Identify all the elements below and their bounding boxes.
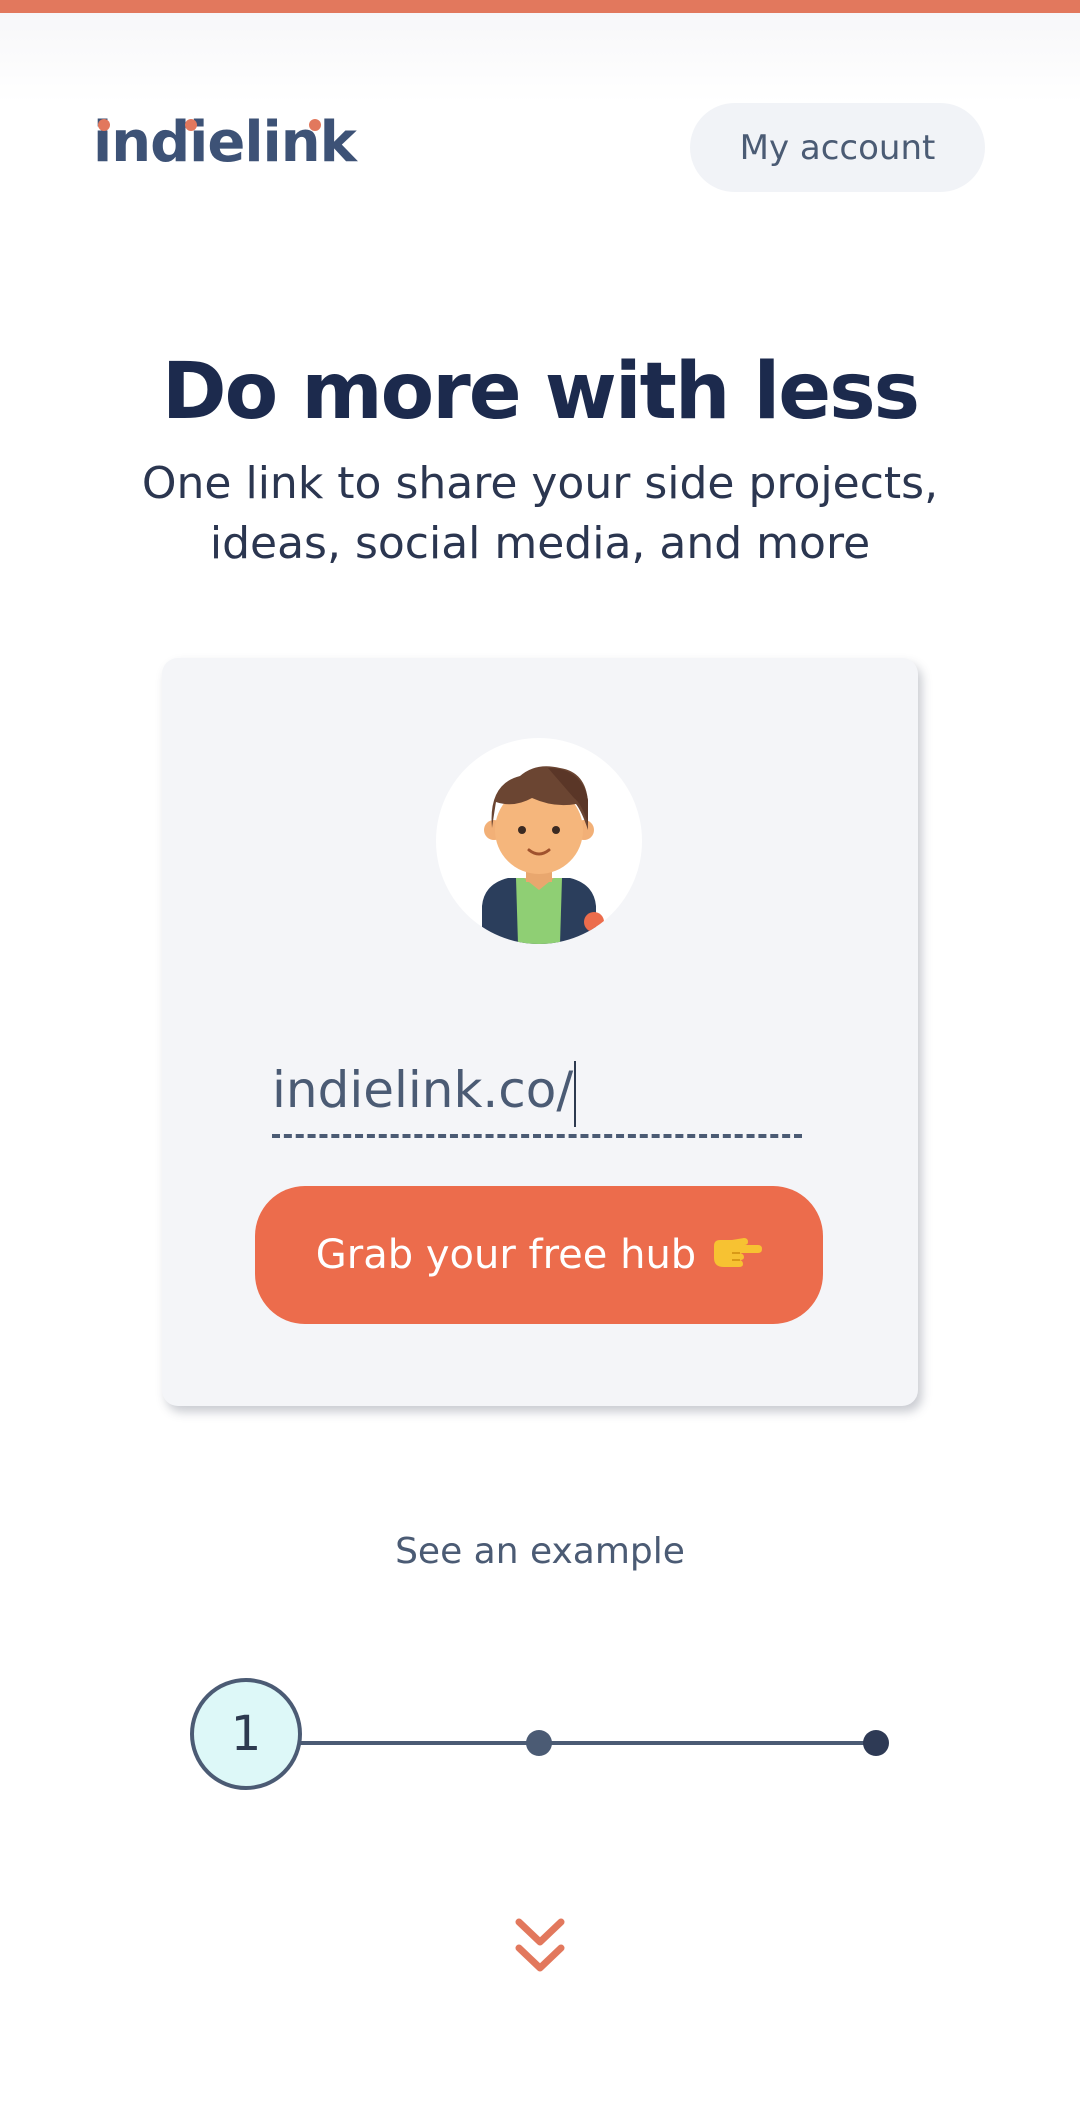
grab-button-label: Grab your free hub (315, 1232, 697, 1278)
step-1-indicator[interactable]: 1 (190, 1678, 302, 1790)
top-accent-bar (0, 0, 1080, 13)
header-shade (0, 13, 1080, 103)
hub-url-input[interactable]: indielink.co/ (272, 1053, 812, 1128)
signup-card: indielink.co/ Grab your free hub (162, 658, 918, 1406)
see-example-label[interactable]: See an example (395, 1531, 685, 1572)
url-prefix: indielink.co/ (272, 1061, 574, 1119)
step-2-dot[interactable] (526, 1730, 552, 1756)
grab-free-hub-button[interactable]: Grab your free hub (255, 1186, 823, 1324)
pointing-hand-icon (710, 1230, 763, 1280)
stepper-track (300, 1741, 878, 1745)
see-example-link[interactable]: See an example (0, 1524, 1080, 1580)
page-subtitle: One link to share your side projects, id… (141, 458, 939, 569)
text-caret (574, 1060, 577, 1127)
logo-dot-i3 (309, 119, 321, 131)
page-title: Do more with less (161, 347, 920, 438)
logo[interactable]: indielink (93, 108, 357, 178)
avatar-person-icon (436, 738, 642, 944)
url-input-underline (272, 1134, 802, 1138)
step-3-dot[interactable] (863, 1730, 889, 1756)
double-chevron-down-icon[interactable] (513, 1916, 567, 1978)
logo-dot-i2 (185, 119, 197, 131)
logo-dot-i1 (98, 119, 110, 131)
my-account-button[interactable]: My account (690, 103, 985, 192)
